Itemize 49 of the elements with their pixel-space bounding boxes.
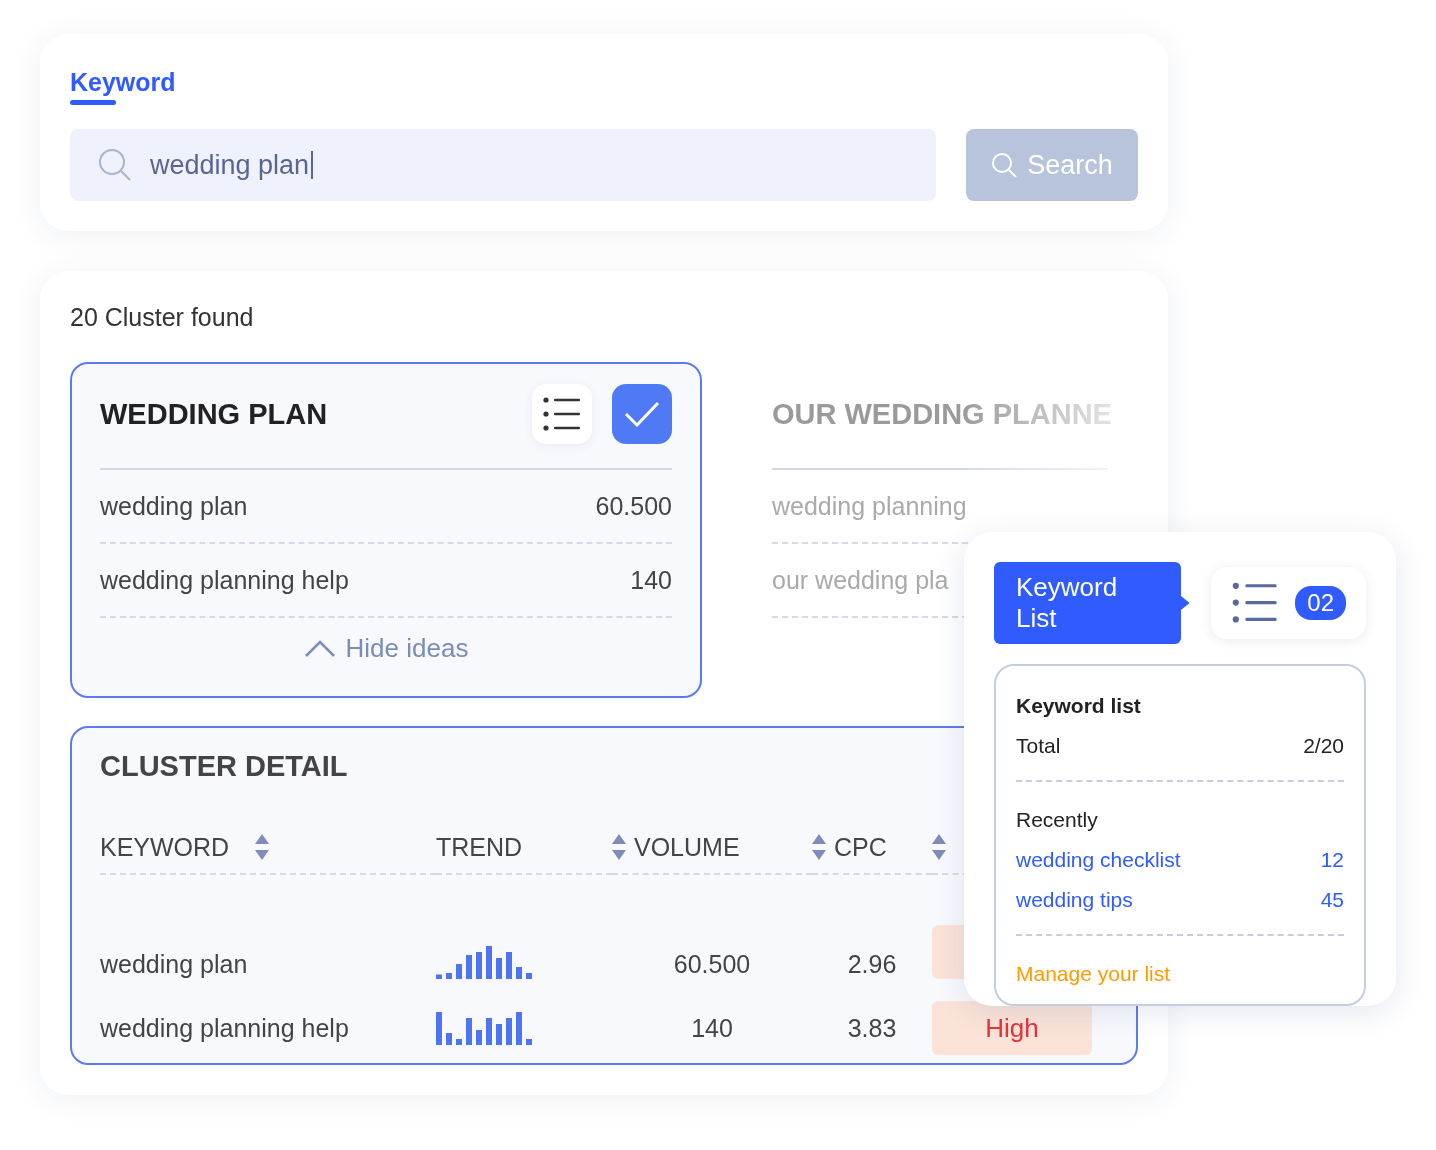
- volume-text: 60.500: [595, 491, 672, 521]
- column-header: CPC: [834, 832, 887, 862]
- keyword-text: wedding planning help: [100, 565, 349, 595]
- chevron-up-icon: [303, 639, 336, 658]
- table-cell: 60.500: [673, 950, 751, 979]
- recent-count: 45: [1320, 888, 1344, 912]
- recent-keyword-link[interactable]: wedding tips: [1016, 888, 1133, 912]
- column-header: TREND: [436, 832, 523, 862]
- list-button[interactable]: [532, 384, 592, 444]
- recent-keyword-link[interactable]: wedding checklist: [1016, 848, 1181, 872]
- cluster-card[interactable]: WEDDING PLAN wedding plan 60.500 wedding planning help 140 Hide ideas: [70, 362, 702, 698]
- volume-text: 140: [630, 565, 672, 595]
- sort-icon[interactable]: [812, 834, 826, 860]
- list-icon: [542, 396, 582, 432]
- pointer-icon: [1179, 595, 1190, 611]
- recent-count: 12: [1320, 848, 1344, 872]
- table-cell: 2.96: [847, 950, 897, 979]
- table-cell: wedding planning help: [100, 1013, 349, 1043]
- search-text: wedding plan: [150, 149, 310, 181]
- table-cell: 140: [691, 1013, 733, 1043]
- results-count: 20 Cluster found: [70, 303, 255, 332]
- checkbox[interactable]: [612, 384, 672, 444]
- tab[interactable]: Keyword: [70, 68, 176, 105]
- keyword-list-button[interactable]: 02: [1211, 567, 1366, 639]
- total-label: Total: [1016, 734, 1061, 758]
- cluster-title: WEDDING PLAN: [100, 397, 329, 431]
- column-header: KEYWORD: [100, 832, 230, 862]
- recently-label: Recently: [1016, 808, 1098, 832]
- hide-ideas-button[interactable]: Hide ideas: [297, 632, 475, 665]
- keyword-list-tag: Keyword List: [994, 562, 1181, 644]
- sort-icon[interactable]: [932, 834, 946, 860]
- search-icon: [991, 152, 1018, 178]
- keyword-text: our wedding pla: [772, 565, 949, 595]
- keyword-text: wedding plan: [100, 491, 248, 521]
- check-icon: [624, 401, 660, 427]
- search-field[interactable]: wedding plan: [70, 129, 936, 201]
- search-icon: [98, 148, 132, 182]
- keyword-text: wedding planning: [772, 491, 967, 521]
- list-icon: [1231, 581, 1280, 625]
- panel-title: CLUSTER DETAIL: [100, 750, 348, 782]
- competition-badge: High: [932, 1001, 1092, 1055]
- sort-icon[interactable]: [255, 834, 270, 860]
- column-header: VOLUME: [634, 832, 740, 862]
- table-cell: 3.83: [847, 1013, 897, 1043]
- sort-icon[interactable]: [612, 834, 626, 860]
- table-cell: wedding plan: [100, 950, 248, 979]
- count-badge: 02: [1295, 586, 1346, 620]
- cluster-title: OUR WEDDING PLANNE: [772, 397, 1112, 431]
- total-value: 2/20: [1303, 734, 1344, 758]
